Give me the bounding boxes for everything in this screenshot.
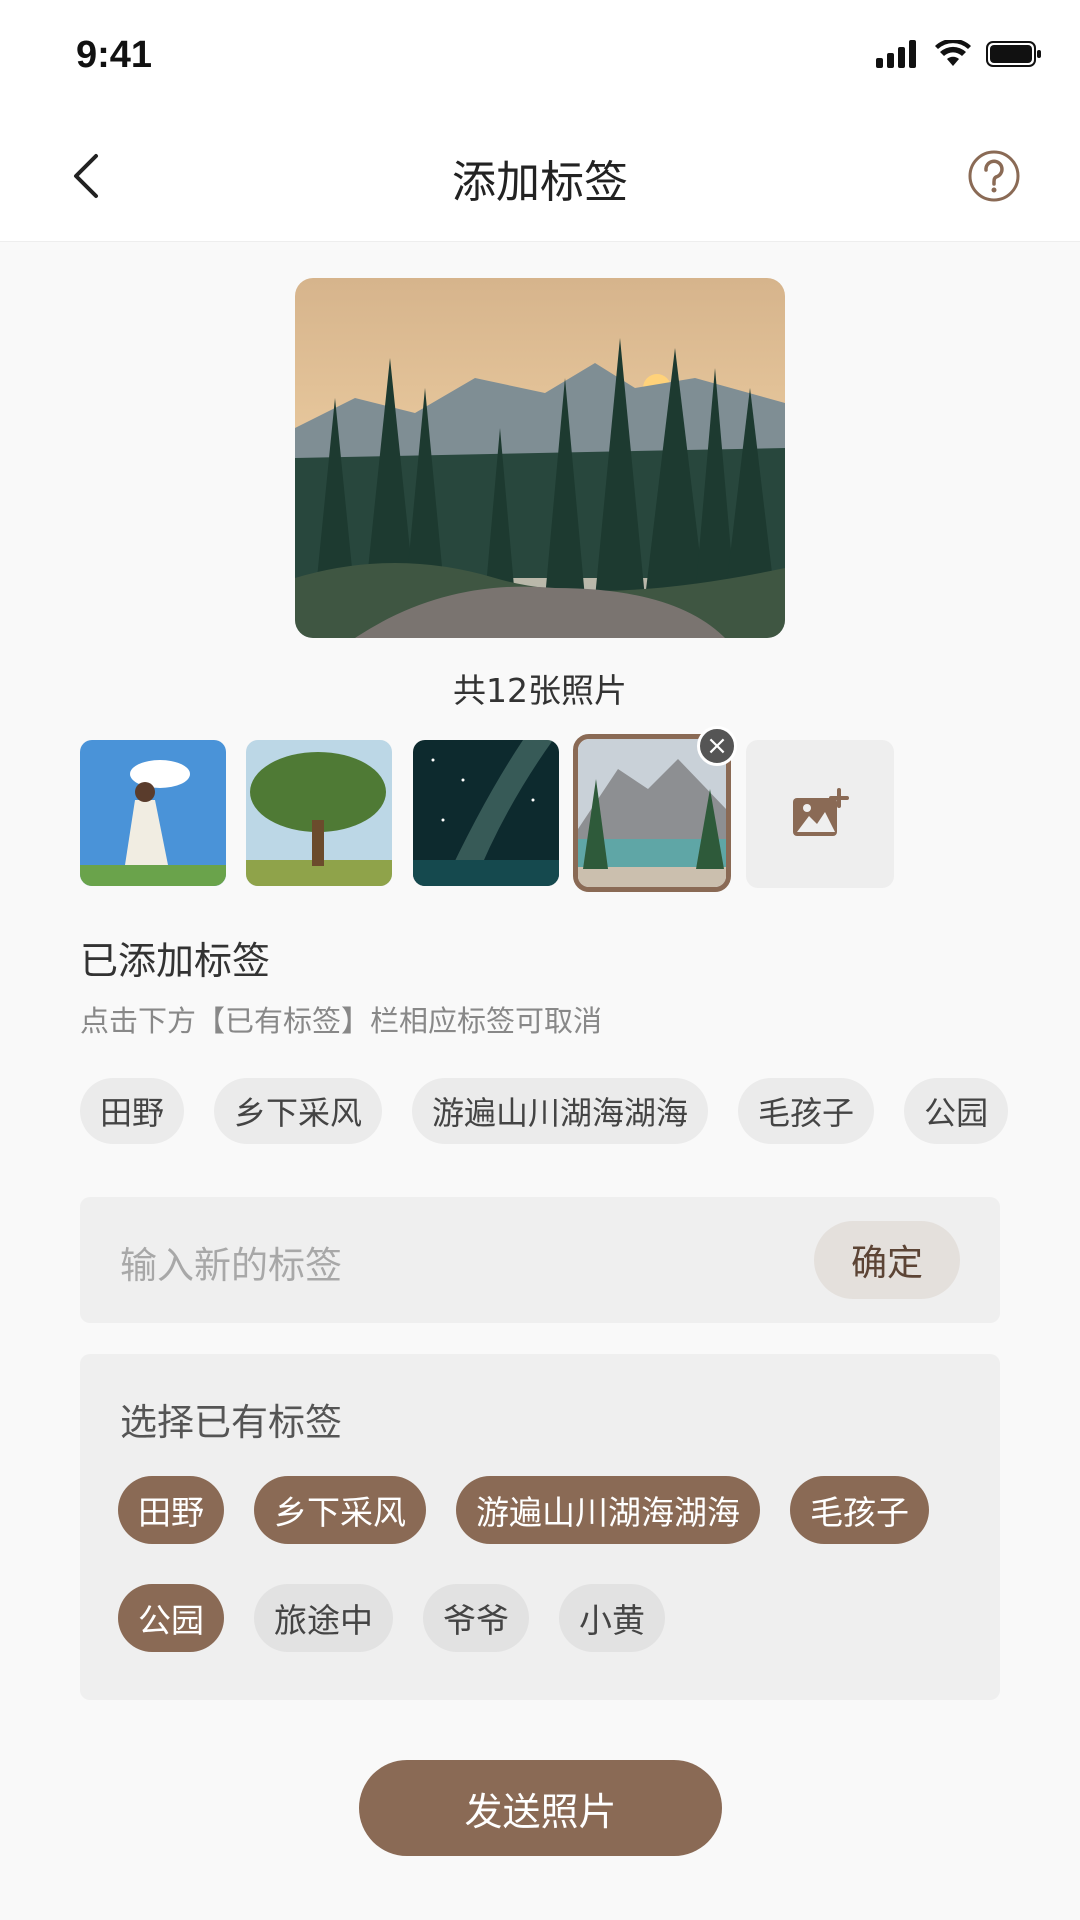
existing-tags-panel: 选择已有标签 田野 乡下采风 游遍山川湖海湖海 毛孩子 公园 旅途中 爷爷 小黄	[80, 1354, 1000, 1700]
status-bar: 9:41	[0, 0, 1080, 112]
added-tag[interactable]: 游遍山川湖海湖海	[412, 1078, 709, 1144]
wifi-icon	[935, 40, 971, 66]
existing-tag-selected[interactable]: 乡下采风	[254, 1476, 426, 1544]
confirm-button[interactable]: 确定	[814, 1221, 960, 1299]
forest-sunset-image	[295, 278, 785, 638]
existing-tag-selected[interactable]: 田野	[118, 1476, 224, 1544]
new-tag-input[interactable]: 输入新的标签	[120, 1235, 342, 1289]
existing-tag[interactable]: 爷爷	[423, 1584, 529, 1652]
main-photo	[295, 278, 785, 638]
existing-tag-selected[interactable]: 公园	[118, 1584, 224, 1652]
close-icon: ×	[706, 731, 728, 761]
thumbnail-1[interactable]	[80, 740, 226, 886]
existing-tag[interactable]: 旅途中	[254, 1584, 393, 1652]
help-button[interactable]	[966, 148, 1022, 204]
existing-tag[interactable]: 小黄	[559, 1584, 665, 1652]
new-tag-field[interactable]: 输入新的标签 确定	[80, 1197, 1000, 1323]
added-tag[interactable]: 毛孩子	[738, 1078, 875, 1144]
existing-tags-row-1: 田野 乡下采风 游遍山川湖海湖海 毛孩子	[118, 1476, 929, 1544]
added-tags-list: 田野 乡下采风 游遍山川湖海湖海 毛孩子 公园	[80, 1078, 1009, 1144]
remove-photo-button[interactable]: ×	[697, 726, 737, 766]
added-tag[interactable]: 公园	[904, 1078, 1009, 1144]
girl-cloud-image	[80, 740, 226, 886]
thumbnail-3[interactable]	[413, 740, 559, 886]
milky-way-image	[413, 740, 559, 886]
existing-tag-selected[interactable]: 毛孩子	[790, 1476, 929, 1544]
thumbnail-2[interactable]	[246, 740, 392, 886]
send-photos-button[interactable]: 发送照片	[359, 1760, 722, 1856]
status-time: 9:41	[76, 34, 153, 76]
page-title: 添加标签	[452, 157, 628, 208]
add-image-icon	[793, 788, 849, 836]
added-tag[interactable]: 乡下采风	[214, 1078, 383, 1144]
add-photo-button[interactable]	[746, 740, 894, 888]
status-icons	[876, 40, 1042, 68]
help-icon	[968, 150, 1020, 202]
existing-tags-row-2: 公园 旅途中 爷爷 小黄	[118, 1584, 665, 1652]
existing-tag-selected[interactable]: 游遍山川湖海湖海	[456, 1476, 760, 1544]
signal-icon	[876, 40, 916, 68]
battery-icon	[986, 41, 1041, 67]
nav-bar: 添加标签	[0, 112, 1080, 242]
tree-image	[246, 740, 392, 886]
added-tag[interactable]: 田野	[80, 1078, 185, 1144]
photo-count: 共12张照片	[453, 671, 627, 710]
existing-tags-title: 选择已有标签	[120, 1401, 342, 1444]
added-tags-hint: 点击下方【已有标签】栏相应标签可取消	[80, 1004, 603, 1038]
added-tags-title: 已添加标签	[80, 939, 271, 983]
